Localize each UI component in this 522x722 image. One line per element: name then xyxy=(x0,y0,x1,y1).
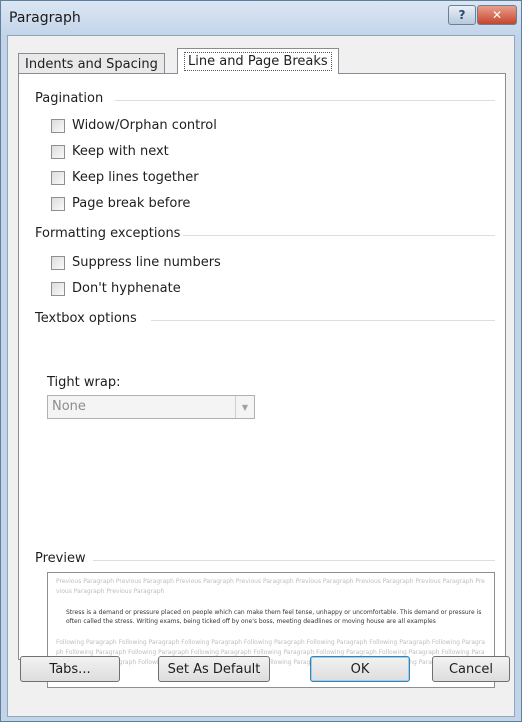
preview-previous-paragraph: Previous Paragraph Previous Paragraph Pr… xyxy=(56,578,485,595)
checkbox-box[interactable] xyxy=(51,196,65,211)
button-label: Tabs... xyxy=(49,661,91,677)
tight-wrap-label: Tight wrap: xyxy=(47,375,121,390)
tight-wrap-value: None xyxy=(52,399,86,414)
preview-following-paragraph: Following Paragraph Following Paragraph … xyxy=(56,639,485,666)
pagination-group-label: Pagination xyxy=(35,91,104,106)
checkbox-box[interactable] xyxy=(51,170,65,185)
preview-current-paragraph: Stress is a demand or pressure placed on… xyxy=(66,609,482,625)
dialog-title: Paragraph xyxy=(9,10,81,26)
tab-line-and-page-breaks[interactable]: Line and Page Breaks xyxy=(177,48,339,74)
cancel-button[interactable]: Cancel xyxy=(432,656,510,682)
preview-group-label: Preview xyxy=(35,551,86,566)
tabs-button[interactable]: Tabs... xyxy=(20,656,120,682)
checkbox-label: Page break before xyxy=(72,196,191,211)
formatting-divider xyxy=(183,235,495,236)
formatting-exceptions-group-label: Formatting exceptions xyxy=(35,226,181,241)
button-label: Cancel xyxy=(448,661,494,677)
title-bar[interactable]: Paragraph ? ✕ xyxy=(1,1,521,35)
close-icon: ✕ xyxy=(491,8,503,22)
page-break-before-checkbox[interactable]: Page break before xyxy=(51,196,190,211)
paragraph-dialog: Paragraph ? ✕ Indents and Spacing Line a… xyxy=(0,0,522,722)
button-label: Set As Default xyxy=(167,661,261,677)
tab-label: Line and Page Breaks xyxy=(184,52,332,71)
chevron-down-icon[interactable]: ▼ xyxy=(235,396,254,418)
textbox-divider xyxy=(151,320,495,321)
checkbox-label: Suppress line numbers xyxy=(72,255,221,270)
checkbox-label: Keep with next xyxy=(72,144,169,159)
checkbox-label: Don't hyphenate xyxy=(72,281,181,296)
keep-with-next-checkbox[interactable]: Keep with next xyxy=(51,144,169,159)
textbox-options-group-label: Textbox options xyxy=(35,311,137,326)
button-label: OK xyxy=(350,661,370,677)
close-button[interactable]: ✕ xyxy=(477,5,517,25)
help-button[interactable]: ? xyxy=(448,5,476,25)
tab-panel: Pagination Widow/Orphan control Keep wit… xyxy=(18,73,506,688)
checkbox-box[interactable] xyxy=(51,118,65,133)
tight-wrap-dropdown[interactable]: None ▼ xyxy=(47,395,255,419)
checkbox-box[interactable] xyxy=(51,255,65,270)
checkbox-label: Widow/Orphan control xyxy=(72,118,217,133)
preview-divider xyxy=(93,560,495,561)
pagination-divider xyxy=(115,100,495,101)
ok-button[interactable]: OK xyxy=(310,656,410,682)
dont-hyphenate-checkbox[interactable]: Don't hyphenate xyxy=(51,281,181,296)
suppress-line-numbers-checkbox[interactable]: Suppress line numbers xyxy=(51,255,221,270)
checkbox-box[interactable] xyxy=(51,144,65,159)
tab-indents-and-spacing[interactable]: Indents and Spacing xyxy=(18,53,165,74)
set-as-default-button[interactable]: Set As Default xyxy=(158,656,270,682)
checkbox-label: Keep lines together xyxy=(72,170,199,185)
dialog-body: Indents and Spacing Line and Page Breaks… xyxy=(7,35,515,717)
tab-label: Indents and Spacing xyxy=(25,56,158,72)
widow-orphan-checkbox[interactable]: Widow/Orphan control xyxy=(51,118,217,133)
keep-lines-together-checkbox[interactable]: Keep lines together xyxy=(51,170,199,185)
help-icon: ? xyxy=(458,8,466,22)
checkbox-box[interactable] xyxy=(51,281,65,296)
